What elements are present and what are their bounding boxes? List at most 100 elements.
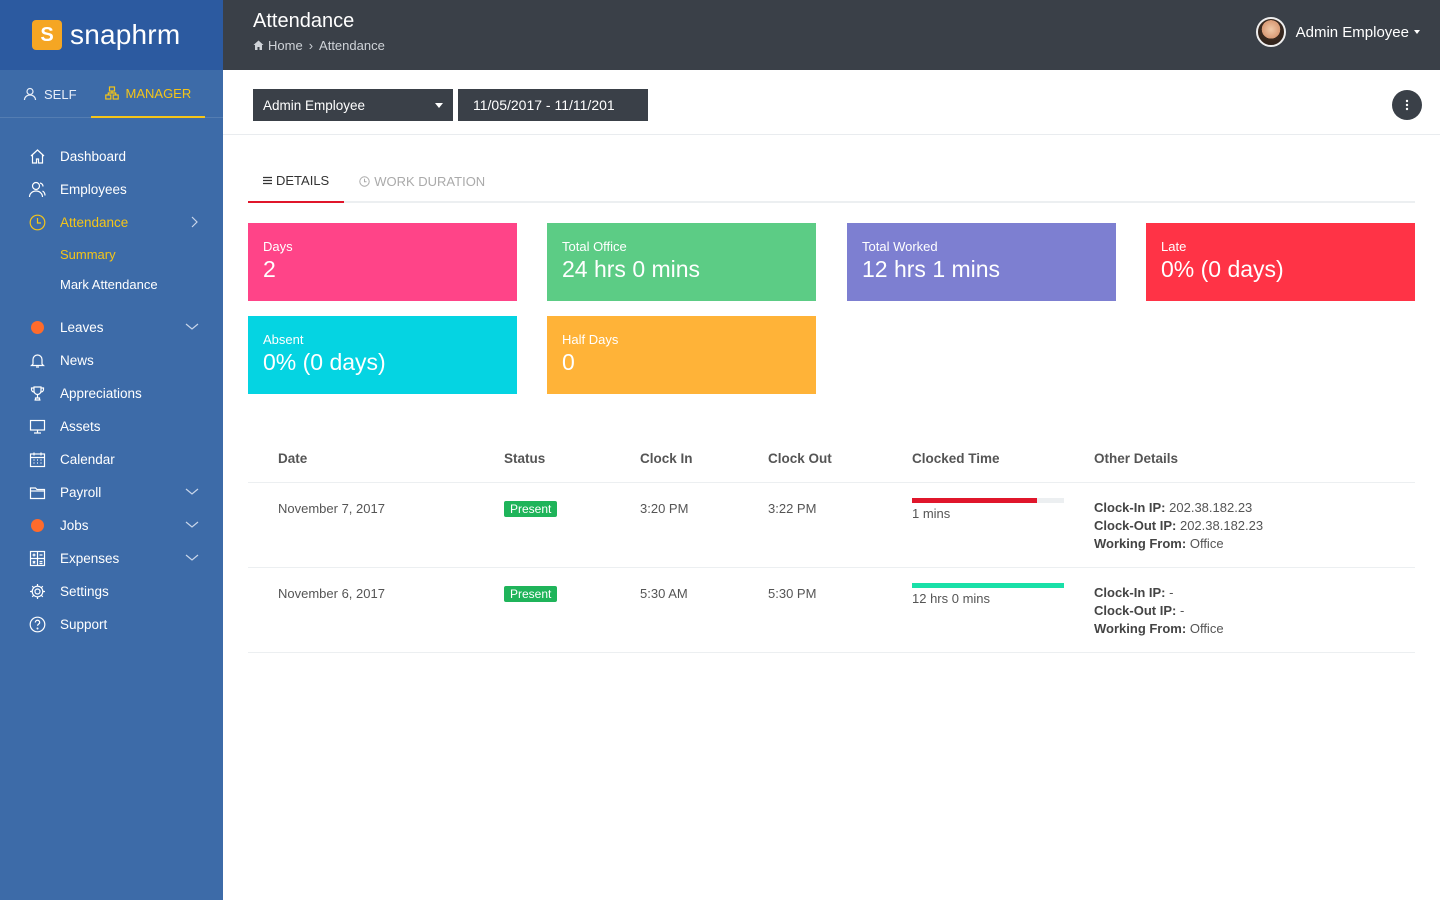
sidebar-item-assets[interactable]: Assets: [0, 410, 223, 443]
list-icon: [263, 176, 272, 185]
sidebar-item-label: Jobs: [60, 518, 89, 533]
sidebar-item-expenses[interactable]: Expenses: [0, 542, 223, 575]
sidebar-item-support[interactable]: Support: [0, 608, 223, 641]
caret-down-icon: [435, 103, 443, 108]
clocked-time-progress: [912, 498, 1064, 503]
employee-select-value: Admin Employee: [263, 97, 366, 113]
chevron-right-icon[interactable]: [189, 215, 199, 232]
stat-label: Absent: [263, 332, 304, 347]
sidebar-item-label: Expenses: [60, 551, 120, 566]
clock-out-cell: 5:30 PM: [768, 586, 817, 601]
chevron-down-icon[interactable]: [185, 320, 199, 335]
sidebar-item-label: Payroll: [60, 485, 102, 500]
stat-card-days: Days 2: [248, 223, 517, 301]
column-header-date[interactable]: Date: [278, 451, 307, 466]
folder-icon: [28, 484, 46, 502]
stat-value: 0% (0 days): [263, 349, 386, 375]
trophy-icon: [28, 385, 46, 403]
stat-label: Half Days: [562, 332, 619, 347]
column-header-clock-out[interactable]: Clock Out: [768, 451, 832, 466]
sidebar-item-jobs[interactable]: Jobs: [0, 509, 223, 542]
sidebar-item-label: Calendar: [60, 452, 115, 467]
sidebar-subitem-label: Mark Attendance: [60, 276, 158, 292]
column-header-status[interactable]: Status: [504, 451, 545, 466]
role-tab-self[interactable]: SELF: [23, 70, 77, 118]
home-icon: [28, 148, 46, 166]
clock-out-ip-label: Clock-Out IP:: [1094, 518, 1177, 533]
clocked-time-text: 12 hrs 0 mins: [912, 591, 991, 606]
breadcrumb: Home › Attendance: [253, 38, 385, 53]
vertical-dots-icon: [1405, 99, 1409, 111]
tab-details[interactable]: DETAILS: [248, 160, 345, 203]
sidebar-item-leaves[interactable]: Leaves: [0, 311, 223, 344]
sidebar-item-label: Leaves: [60, 320, 104, 335]
clock-out-ip-value: 202.38.182.23: [1179, 518, 1264, 533]
clock-in-ip-label: Clock-In IP:: [1094, 500, 1166, 515]
column-header-clocked-time[interactable]: Clocked Time: [912, 451, 1000, 466]
column-header-other-details[interactable]: Other Details: [1094, 451, 1178, 466]
chevron-down-icon[interactable]: [185, 518, 199, 533]
sidebar-item-appreciations[interactable]: Appreciations: [0, 377, 223, 410]
breadcrumb-home[interactable]: Home: [268, 38, 303, 53]
user-menu[interactable]: Admin Employee: [1255, 17, 1420, 47]
dot-icon: [28, 319, 46, 337]
breadcrumb-current: Attendance: [319, 38, 385, 53]
sidebar-item-label: Support: [60, 617, 108, 632]
clock-out-ip-value: -: [1179, 603, 1185, 618]
stat-card-total-office: Total Office 24 hrs 0 mins: [547, 223, 816, 301]
sidebar-item-payroll[interactable]: Payroll: [0, 476, 223, 509]
sitemap-icon: [104, 86, 119, 100]
clocked-time-progress-fill: [912, 583, 1064, 588]
sidebar-item-settings[interactable]: Settings: [0, 575, 223, 608]
sidebar-item-employees[interactable]: Employees: [0, 173, 223, 206]
calendar-icon: [28, 451, 46, 469]
clock-in-cell: 3:20 PM: [640, 501, 689, 516]
chevron-down-icon[interactable]: [185, 551, 199, 566]
clock-out-cell: 3:22 PM: [768, 501, 817, 516]
clocked-time-progress-fill: [912, 498, 1037, 503]
chevron-down-icon[interactable]: [185, 485, 199, 500]
users-icon: [28, 181, 46, 199]
date-range-input[interactable]: 11/05/2017 - 11/11/201: [458, 89, 648, 121]
stat-value: 24 hrs 0 mins: [562, 256, 701, 282]
logo-mark: S: [32, 20, 62, 50]
avatar: [1255, 17, 1286, 47]
stat-card-total-worked: Total Worked 12 hrs 1 mins: [847, 223, 1116, 301]
tab-work-duration-label: WORK DURATION: [374, 174, 486, 189]
dot-icon: [28, 517, 46, 535]
sidebar-item-label: Attendance: [60, 215, 129, 230]
status-badge: Present: [504, 501, 558, 517]
tab-details-label: DETAILS: [276, 173, 330, 188]
sidebar-item-calendar[interactable]: Calendar: [0, 443, 223, 476]
column-header-clock-in[interactable]: Clock In: [640, 451, 693, 466]
more-options-button[interactable]: [1392, 90, 1422, 120]
bell-icon: [28, 352, 46, 370]
page-title: Attendance: [253, 10, 355, 32]
sidebar: S snaphrm SELF MANAGER Dashboard Employe…: [0, 0, 223, 900]
logo-text: snaphrm: [70, 19, 181, 50]
clocked-time-progress: [912, 583, 1064, 588]
clock-out-ip-label: Clock-Out IP:: [1094, 603, 1177, 618]
sidebar-item-dashboard[interactable]: Dashboard: [0, 140, 223, 173]
sidebar-subitem-mark-attendance[interactable]: Mark Attendance: [0, 269, 223, 299]
status-badge: Present: [504, 586, 558, 602]
sidebar-item-news[interactable]: News: [0, 344, 223, 377]
home-icon[interactable]: [253, 40, 264, 51]
employee-select[interactable]: Admin Employee: [253, 89, 453, 121]
clock-in-ip-value: 202.38.182.23: [1169, 500, 1253, 515]
table-row[interactable]: November 6, 2017 Present 5:30 AM 5:30 PM…: [248, 568, 1415, 653]
role-tab-manager[interactable]: MANAGER: [90, 70, 206, 118]
sidebar-subitem-summary[interactable]: Summary: [0, 239, 223, 269]
working-from-label: Working From:: [1094, 621, 1187, 636]
stat-card-absent: Absent 0% (0 days): [248, 316, 517, 394]
logo[interactable]: S snaphrm: [0, 0, 223, 70]
clock-icon: [28, 214, 46, 232]
sidebar-item-attendance[interactable]: Attendance: [0, 206, 223, 239]
working-from-value: Office: [1189, 536, 1224, 551]
attendance-table: Date Status Clock In Clock Out Clocked T…: [248, 436, 1415, 653]
tab-work-duration[interactable]: WORK DURATION: [344, 160, 500, 203]
table-row[interactable]: November 7, 2017 Present 3:20 PM 3:22 PM…: [248, 483, 1415, 568]
gear-icon: [28, 583, 46, 601]
stat-label: Days: [263, 239, 293, 254]
other-details: Clock-In IP: - Clock-Out IP: - Working F…: [1094, 584, 1224, 638]
